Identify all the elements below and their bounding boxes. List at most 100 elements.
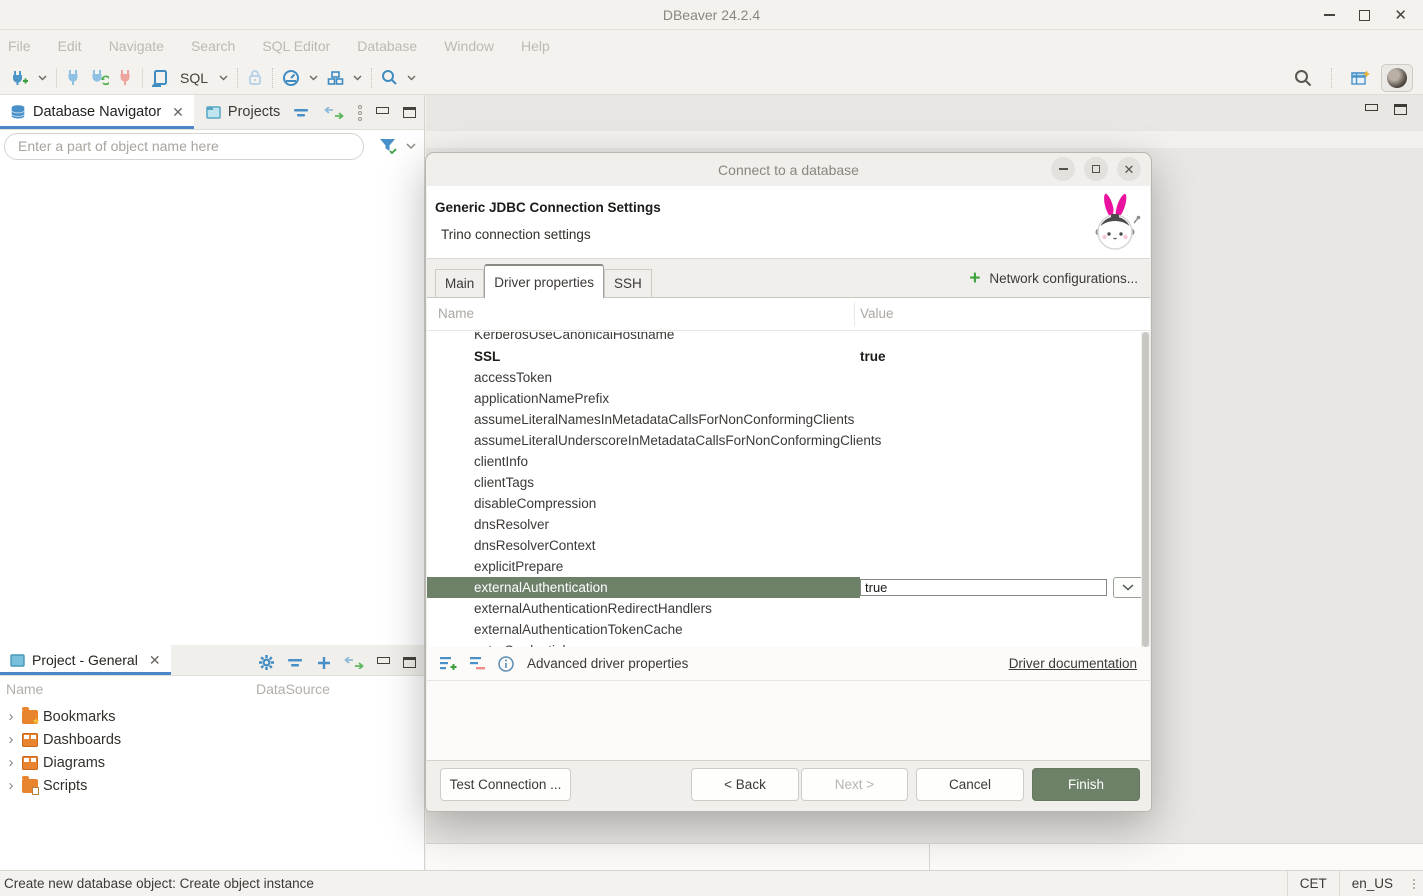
tree-item-diagrams[interactable]: ›Diagrams	[0, 751, 424, 774]
timezone-indicator[interactable]: CET	[1287, 871, 1339, 896]
dialog-minimize-icon[interactable]	[1051, 157, 1075, 181]
tab-projects[interactable]: Projects	[194, 95, 292, 129]
chevron-down-icon[interactable]	[38, 75, 47, 81]
link-with-editor-icon[interactable]	[324, 107, 344, 119]
remove-property-icon[interactable]	[470, 656, 487, 671]
property-row[interactable]: applicationNamePrefix	[427, 388, 1141, 409]
tree-item-bookmarks[interactable]: ›★Bookmarks	[0, 705, 424, 728]
property-row[interactable]: disableCompression	[427, 493, 1141, 514]
column-name: Name	[438, 306, 474, 321]
property-row[interactable]: assumeLiteralNamesInMetadataCallsForNonC…	[427, 409, 1141, 430]
chevron-down-icon[interactable]	[406, 143, 416, 149]
property-row[interactable]: clientInfo	[427, 451, 1141, 472]
menu-window[interactable]: Window	[444, 38, 494, 54]
chevron-down-icon[interactable]	[219, 75, 228, 81]
tab-database-navigator[interactable]: Database Navigator ✕	[0, 95, 194, 129]
property-row[interactable]: dnsResolverContext	[427, 535, 1141, 556]
tree-item-scripts[interactable]: ›Scripts	[0, 774, 424, 797]
property-row[interactable]: dnsResolver	[427, 514, 1141, 535]
property-row[interactable]: extraCredentials	[427, 640, 1141, 647]
user-profile-button[interactable]	[1381, 64, 1413, 92]
value-dropdown-button[interactable]	[1113, 577, 1141, 598]
menu-navigate[interactable]: Navigate	[109, 38, 164, 54]
settings-gear-icon[interactable]	[258, 654, 275, 671]
menu-edit[interactable]: Edit	[58, 38, 82, 54]
object-filter-input[interactable]	[4, 133, 364, 160]
scrollbar-thumb[interactable]	[1142, 332, 1149, 647]
tab-project-general[interactable]: Project - General ✕	[0, 645, 171, 675]
minimize-view-icon[interactable]	[376, 107, 389, 114]
collapse-all-icon[interactable]	[294, 108, 310, 118]
disconnect-icon[interactable]	[118, 69, 133, 86]
chevron-down-icon[interactable]	[309, 75, 318, 81]
maximize-editor-icon[interactable]	[1394, 104, 1407, 115]
chevron-down-icon[interactable]	[353, 75, 362, 81]
network-configurations-button[interactable]: + Network configurations...	[969, 269, 1138, 288]
driver-documentation-link[interactable]: Driver documentation	[1009, 656, 1137, 671]
property-row[interactable]: explicitPrepare	[427, 556, 1141, 577]
window-maximize-icon[interactable]	[1359, 10, 1370, 21]
property-row[interactable]: assumeLiteralUnderscoreInMetadataCallsFo…	[427, 430, 1141, 451]
view-menu-icon[interactable]	[358, 105, 362, 121]
back-button[interactable]: < Back	[691, 768, 799, 801]
menu-file[interactable]: File	[8, 38, 31, 54]
minimize-view-icon[interactable]	[377, 657, 390, 664]
sql-editor-label[interactable]: SQL	[180, 70, 208, 86]
driver-manager-icon[interactable]	[327, 70, 344, 86]
cancel-button[interactable]: Cancel	[916, 768, 1024, 801]
maximize-view-icon[interactable]	[403, 657, 416, 668]
bookmarks-folder-icon: ★	[22, 710, 38, 724]
menu-sql-editor[interactable]: SQL Editor	[262, 38, 330, 54]
add-property-icon[interactable]	[440, 656, 459, 671]
tab-main[interactable]: Main	[435, 269, 484, 297]
expand-chevron-icon[interactable]: ›	[5, 709, 17, 724]
expand-chevron-icon[interactable]: ›	[5, 755, 17, 770]
expand-chevron-icon[interactable]: ›	[5, 732, 17, 747]
maximize-view-icon[interactable]	[403, 107, 416, 118]
test-connection-button[interactable]: Test Connection ...	[440, 768, 571, 801]
dialog-close-icon[interactable]: ✕	[1117, 157, 1141, 181]
reconnect-icon[interactable]	[90, 69, 109, 86]
property-row[interactable]: accessToken	[427, 367, 1141, 388]
tab-driver-properties[interactable]: Driver properties	[484, 264, 604, 298]
minimize-editor-icon[interactable]	[1365, 104, 1378, 111]
dashboard-gauge-icon[interactable]	[282, 69, 300, 87]
property-row[interactable]: clientTags	[427, 472, 1141, 493]
property-value-input[interactable]	[860, 579, 1107, 596]
table-scrollbar[interactable]	[1141, 332, 1150, 647]
connect-icon[interactable]	[66, 69, 81, 86]
window-minimize-icon[interactable]	[1324, 14, 1335, 16]
dialog-maximize-icon[interactable]	[1084, 157, 1108, 181]
window-close-icon[interactable]: ✕	[1394, 8, 1407, 23]
lock-icon	[247, 69, 263, 86]
chevron-down-icon[interactable]	[407, 75, 416, 81]
new-table-icon[interactable]	[1351, 69, 1371, 87]
menu-help[interactable]: Help	[521, 38, 550, 54]
sql-editor-icon[interactable]	[152, 69, 169, 87]
finish-button[interactable]: Finish	[1032, 768, 1140, 801]
property-row[interactable]: SSLtrue	[427, 346, 1141, 367]
search-icon[interactable]	[1294, 69, 1312, 87]
collapse-all-icon[interactable]	[288, 658, 304, 668]
tree-item-dashboards[interactable]: ›Dashboards	[0, 728, 424, 751]
close-icon[interactable]: ✕	[149, 652, 161, 669]
property-row[interactable]: externalAuthentication	[427, 577, 1141, 598]
search-db-icon[interactable]	[381, 69, 398, 86]
property-name: assumeLiteralNamesInMetadataCallsForNonC…	[474, 412, 854, 427]
next-button: Next >	[801, 768, 908, 801]
menu-search[interactable]: Search	[191, 38, 235, 54]
close-icon[interactable]: ✕	[172, 104, 184, 121]
new-connection-icon[interactable]	[10, 69, 29, 87]
link-with-editor-icon[interactable]	[344, 657, 364, 669]
property-name: externalAuthenticationRedirectHandlers	[474, 601, 712, 616]
property-row[interactable]: externalAuthenticationRedirectHandlers	[427, 598, 1141, 619]
dialog-titlebar[interactable]: Connect to a database ✕	[426, 153, 1151, 186]
menu-database[interactable]: Database	[357, 38, 417, 54]
locale-indicator[interactable]: en_US	[1339, 871, 1405, 896]
expand-chevron-icon[interactable]: ›	[5, 778, 17, 793]
property-row[interactable]: externalAuthenticationTokenCache	[427, 619, 1141, 640]
property-row[interactable]: KerberosUseCanonicalHostname	[427, 332, 1141, 346]
tab-ssh[interactable]: SSH	[604, 269, 652, 297]
expand-all-icon[interactable]	[317, 656, 331, 670]
filter-icon[interactable]	[379, 138, 398, 155]
